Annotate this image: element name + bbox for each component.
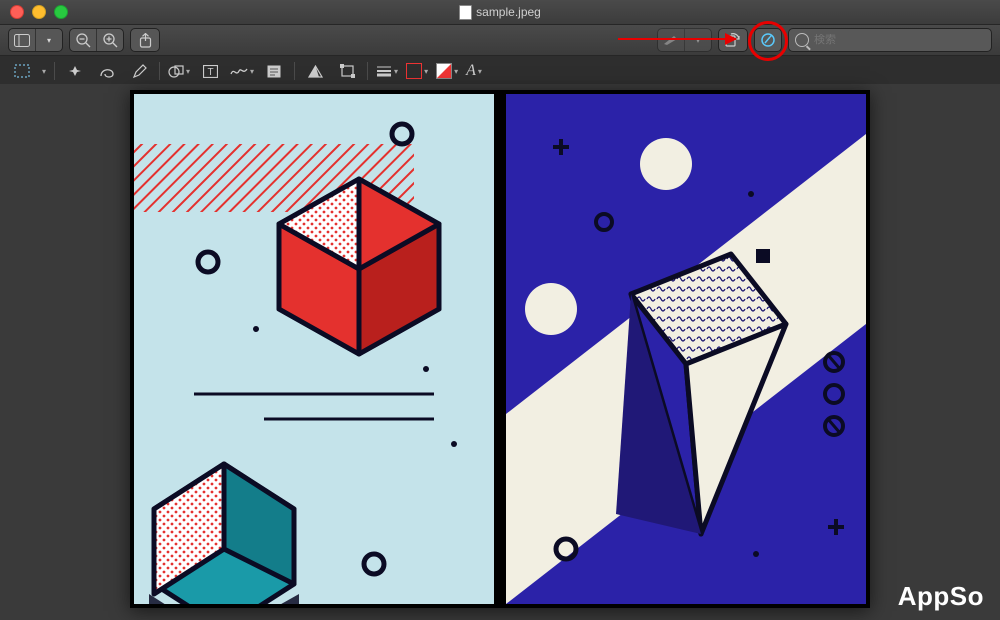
line-style-tool[interactable]: ▾ [376,65,398,77]
sign-tool[interactable]: ▾ [230,65,254,77]
sidebar-segmented-control[interactable]: ▾ [8,28,63,52]
watermark-label: AppSo [898,581,984,612]
minimize-window-button[interactable] [32,5,46,19]
pen-tool[interactable] [127,60,151,82]
edit-segmented-control[interactable]: ▾ [657,28,712,52]
page-right[interactable] [506,94,866,604]
selection-tool[interactable] [10,60,34,82]
titlebar: sample.jpeg [0,0,1000,25]
border-color-swatch [406,63,422,79]
share-button[interactable] [130,28,160,52]
window-controls [0,5,68,19]
note-tool[interactable] [262,60,286,82]
text-style-tool[interactable]: A ▾ [466,62,482,80]
artwork-right [506,94,866,604]
divider [367,62,368,80]
adjust-color-tool[interactable] [303,60,327,82]
fill-color-tool[interactable]: ▾ [436,63,458,79]
close-window-button[interactable] [10,5,24,19]
edit-menu-button[interactable]: ▾ [685,29,711,51]
page-left[interactable] [134,94,494,604]
sidebar-toggle-button[interactable] [9,29,36,51]
artwork-left [134,94,494,604]
zoom-in-button[interactable] [97,29,123,51]
lasso-tool[interactable] [95,60,119,82]
border-color-tool[interactable]: ▾ [406,63,428,79]
maximize-window-button[interactable] [54,5,68,19]
chevron-down-icon: ▾ [47,36,51,45]
chevron-down-icon: ▾ [478,67,482,76]
window-title: sample.jpeg [0,5,1000,20]
chevron-down-icon: ▾ [42,67,46,76]
document-icon [459,5,472,20]
zoom-segmented-control[interactable] [69,28,124,52]
text-tool[interactable]: T [198,60,222,82]
shapes-tool[interactable]: ▾ [168,64,190,78]
chevron-down-icon: ▾ [424,67,428,76]
text-style-icon: A [466,62,476,80]
divider [54,62,55,80]
markup-button[interactable] [754,28,782,52]
rotate-button[interactable] [718,28,748,52]
main-toolbar: ▾ ▾ [0,25,1000,56]
markup-toolbar: ▾ ▾ T ▾ ▾ ▾ ▾ A [0,56,1000,87]
search-field[interactable] [788,28,992,52]
chevron-down-icon: ▾ [186,67,190,76]
document-canvas[interactable]: AppSo [0,84,1000,620]
divider [294,62,295,80]
zoom-out-button[interactable] [70,29,97,51]
adjust-size-tool[interactable] [335,60,359,82]
sidebar-menu-button[interactable]: ▾ [36,29,62,51]
svg-text:T: T [207,67,213,78]
filename-label: sample.jpeg [476,5,541,19]
search-icon [795,33,809,47]
page-spread [130,90,870,608]
search-input[interactable] [814,34,985,46]
chevron-down-icon: ▾ [454,67,458,76]
fill-color-swatch [436,63,452,79]
chevron-down-icon: ▾ [696,36,700,45]
chevron-down-icon: ▾ [250,67,254,76]
instant-alpha-tool[interactable] [63,60,87,82]
highlight-button[interactable] [658,29,685,51]
divider [159,62,160,80]
chevron-down-icon: ▾ [394,67,398,76]
